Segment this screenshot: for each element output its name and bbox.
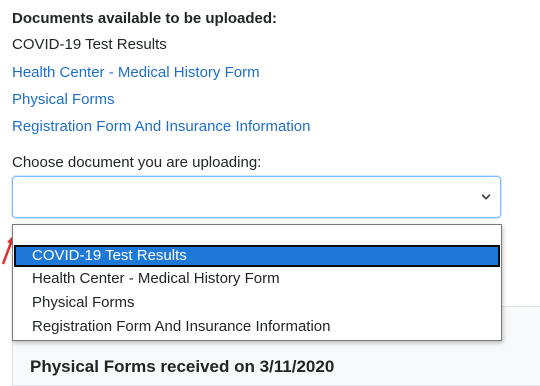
doc-link-health-center-medical-history[interactable]: Health Center - Medical History Form bbox=[12, 63, 260, 83]
chevron-down-icon bbox=[481, 194, 491, 200]
doc-link-registration-insurance[interactable]: Registration Form And Insurance Informat… bbox=[12, 117, 310, 137]
choose-document-label: Choose document you are uploading: bbox=[12, 154, 262, 171]
document-type-select[interactable] bbox=[12, 176, 501, 218]
doc-item-covid-test-results: COVID-19 Test Results bbox=[12, 36, 167, 53]
select-option-health-center-medical-history[interactable]: Health Center - Medical History Form bbox=[14, 268, 500, 290]
documents-heading: Documents available to be uploaded: bbox=[12, 10, 278, 27]
select-option-covid-test-results[interactable]: COVID-19 Test Results bbox=[14, 245, 500, 267]
document-select-dropdown: COVID-19 Test Results Health Center - Me… bbox=[12, 224, 502, 341]
select-option-registration-insurance[interactable]: Registration Form And Insurance Informat… bbox=[14, 316, 500, 338]
select-option-blank[interactable] bbox=[14, 225, 500, 245]
doc-link-physical-forms[interactable]: Physical Forms bbox=[12, 90, 115, 110]
select-option-physical-forms[interactable]: Physical Forms bbox=[14, 292, 500, 314]
background-partial-heading: Physical Forms received on 3/11/2020 bbox=[30, 357, 335, 376]
